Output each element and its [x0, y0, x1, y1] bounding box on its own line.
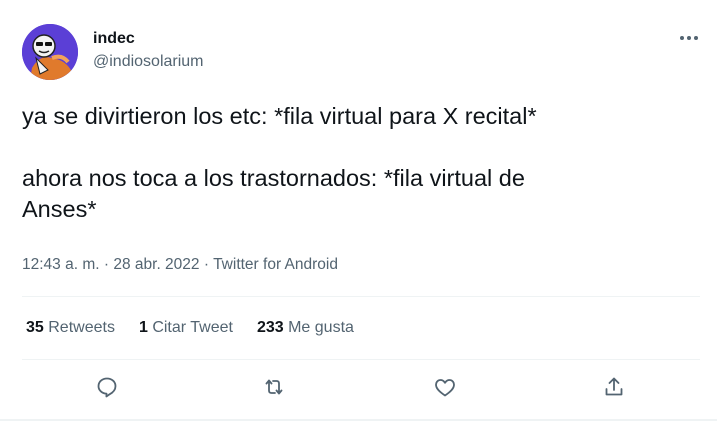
retweets-count: 35 — [26, 319, 44, 336]
tweet-date[interactable]: 28 abr. 2022 — [113, 256, 199, 273]
meta-separator: · — [103, 256, 110, 273]
retweets-stat[interactable]: 35 Retweets — [26, 319, 115, 337]
divider — [22, 296, 700, 297]
author-name[interactable]: indec — [93, 30, 135, 48]
likes-count: 233 — [256, 319, 284, 336]
tweet-meta: 12:43 a. m. · 28 abr. 2022 · Twitter for… — [22, 256, 338, 274]
reply-icon — [97, 377, 117, 398]
avatar[interactable] — [22, 24, 78, 80]
quotes-stat[interactable]: 1 Citar Tweet — [139, 319, 233, 337]
retweet-icon — [265, 379, 283, 395]
reply-button[interactable] — [90, 370, 124, 404]
retweet-button[interactable] — [257, 370, 291, 404]
avatar-image — [22, 24, 78, 80]
tweet-time[interactable]: 12:43 a. m. — [22, 256, 100, 273]
author-handle[interactable]: @indiosolarium — [93, 53, 204, 71]
like-icon — [435, 379, 455, 397]
tweet-line: ahora nos toca a los trastornados: *fila… — [22, 165, 525, 191]
tweet-card: indec @indiosolarium ya se divirtieron l… — [0, 0, 717, 421]
likes-label: Me gusta — [288, 319, 354, 336]
tweet-stats: 35 Retweets 1 Citar Tweet 233 Me gusta — [26, 319, 378, 337]
divider — [22, 359, 700, 360]
more-horizontal-icon[interactable] — [677, 28, 701, 48]
likes-stat[interactable]: 233 Me gusta — [257, 319, 354, 337]
tweet-line: Anses* — [22, 196, 97, 222]
share-icon — [605, 377, 623, 396]
quotes-count: 1 — [138, 319, 148, 336]
tweet-text: ya se divirtieron los etc: *fila virtual… — [22, 101, 682, 225]
meta-separator: · — [203, 256, 210, 273]
like-button[interactable] — [428, 370, 462, 404]
retweets-label: Retweets — [48, 319, 115, 336]
tweet-actions — [0, 370, 717, 406]
tweet-source[interactable]: Twitter for Android — [213, 256, 338, 273]
share-button[interactable] — [597, 370, 631, 404]
tweet-line: ya se divirtieron los etc: *fila virtual… — [22, 103, 537, 129]
quotes-label: Citar Tweet — [152, 319, 233, 336]
